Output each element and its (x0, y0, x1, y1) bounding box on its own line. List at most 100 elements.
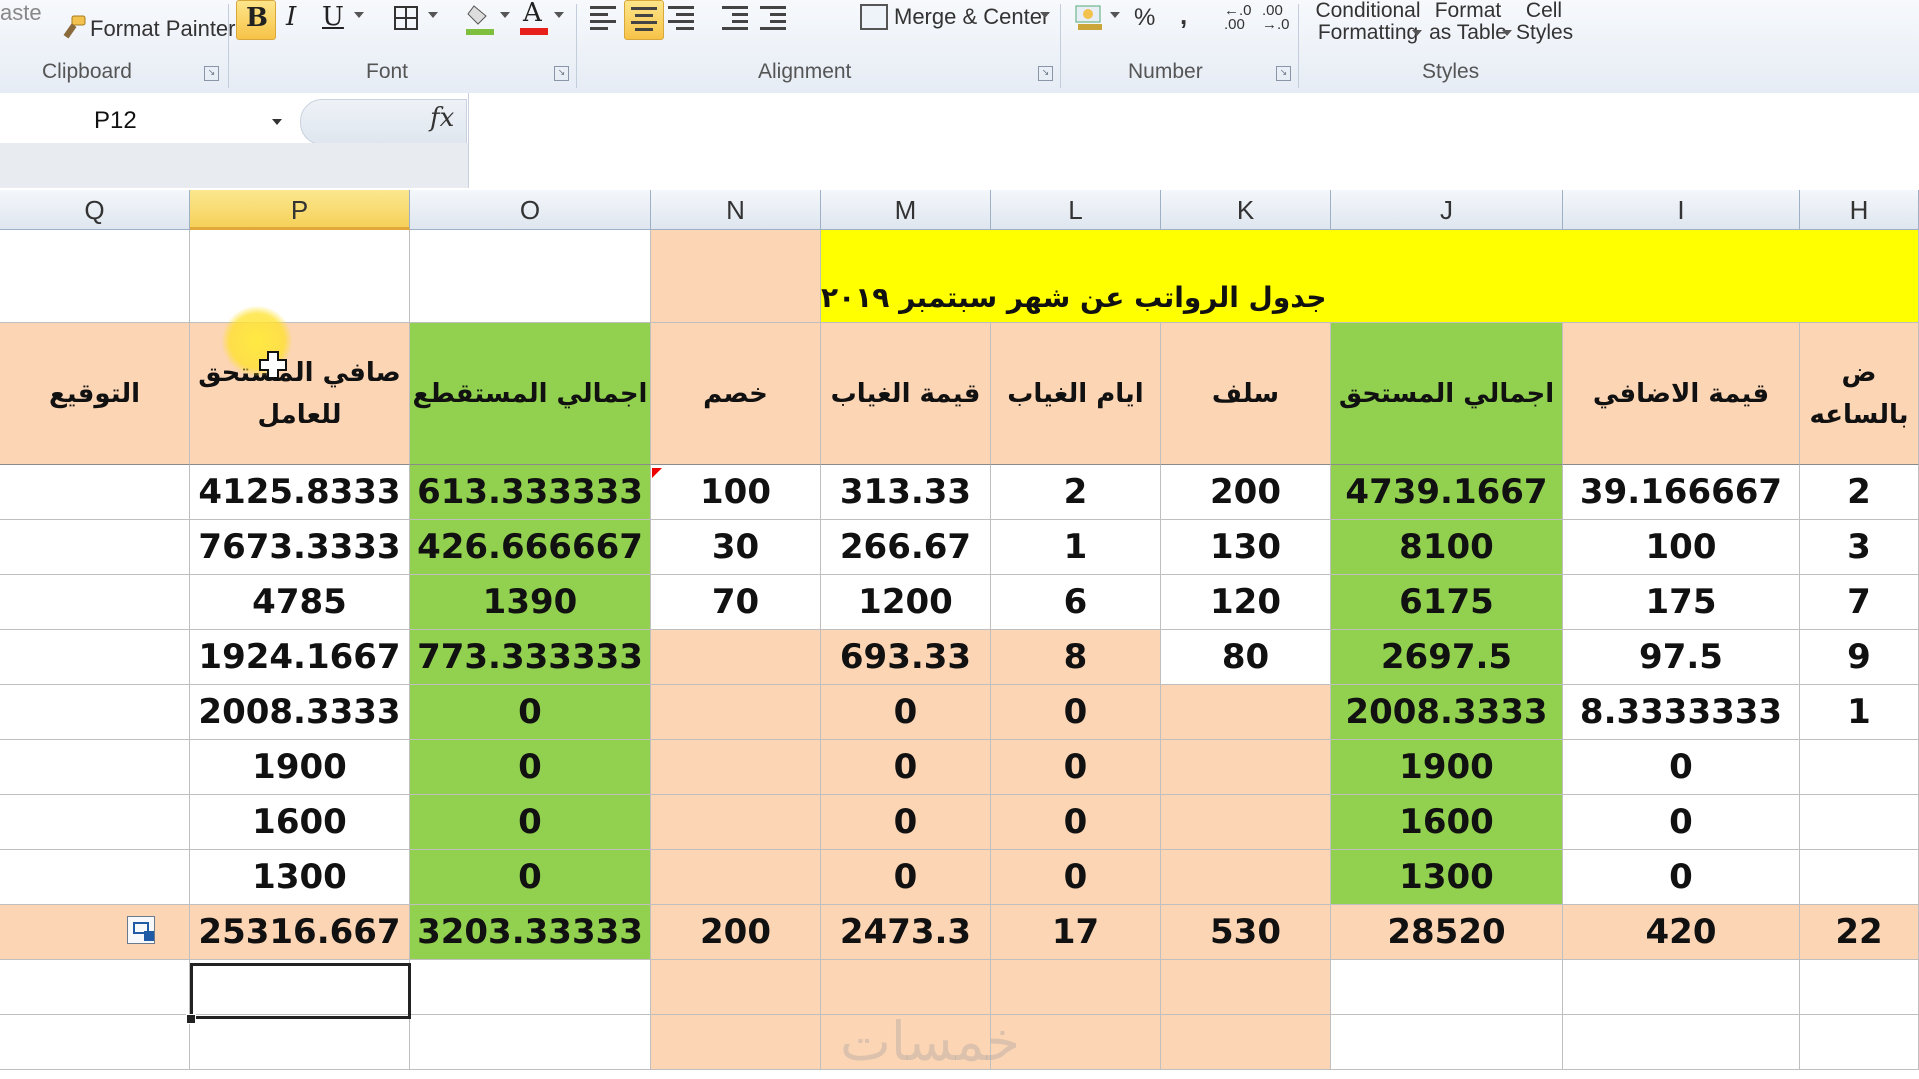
cell-styles-button[interactable]: Cell Styles (1516, 0, 1573, 44)
table-cell-l[interactable]: 0 (991, 795, 1161, 850)
column-title-k[interactable]: سلف (1161, 323, 1331, 465)
font-color-dropdown-icon[interactable] (554, 12, 564, 18)
decrease-decimal-button[interactable]: .00 →.0 (1262, 3, 1292, 32)
font-color-button[interactable]: A (518, 0, 550, 36)
table-cell-o[interactable]: 0 (410, 740, 651, 795)
table-cell-j[interactable]: 8100 (1331, 520, 1563, 575)
column-header-m[interactable]: M (821, 190, 991, 230)
table-cell-h[interactable]: 9 (1800, 630, 1919, 685)
table-cell-o[interactable]: 0 (410, 850, 651, 905)
table-cell-i[interactable]: 39.166667 (1563, 465, 1800, 520)
total-cell-j[interactable]: 28520 (1331, 905, 1563, 960)
empty-cell-k[interactable] (1161, 1015, 1331, 1070)
table-cell-q[interactable] (0, 465, 190, 520)
table-cell-p[interactable]: 1600 (190, 795, 410, 850)
table-cell-m[interactable]: 0 (821, 685, 991, 740)
bold-button[interactable]: B (236, 0, 276, 40)
table-cell-l[interactable]: 0 (991, 685, 1161, 740)
table-cell-h[interactable]: 3 (1800, 520, 1919, 575)
table-cell-o[interactable]: 0 (410, 795, 651, 850)
table-cell-i[interactable]: 0 (1563, 850, 1800, 905)
increase-indent-icon[interactable] (760, 6, 786, 32)
conditional-formatting-button[interactable]: Conditional Formatting (1310, 0, 1426, 44)
empty-cell-n[interactable] (651, 960, 821, 1015)
table-cell-q[interactable] (0, 740, 190, 795)
table-cell-k[interactable]: 80 (1161, 630, 1331, 685)
table-cell-j[interactable]: 1600 (1331, 795, 1563, 850)
table-cell-j[interactable]: 2008.3333 (1331, 685, 1563, 740)
column-header-p[interactable]: P (190, 190, 410, 230)
table-cell-o[interactable]: 773.333333 (410, 630, 651, 685)
title-row-cell-p[interactable] (190, 230, 410, 323)
table-cell-q[interactable] (0, 795, 190, 850)
active-cell-selection[interactable] (190, 963, 411, 1019)
empty-cell-l[interactable] (991, 960, 1161, 1015)
format-as-table-dropdown-icon[interactable] (1502, 30, 1512, 36)
align-center-button[interactable] (624, 0, 664, 40)
table-cell-i[interactable]: 175 (1563, 575, 1800, 630)
merge-center-dropdown-icon[interactable] (1040, 12, 1050, 18)
title-row-cell-n[interactable] (651, 230, 821, 323)
empty-cell-o[interactable] (410, 960, 651, 1015)
fill-handle[interactable] (186, 1014, 196, 1024)
table-cell-h[interactable]: 2 (1800, 465, 1919, 520)
table-cell-m[interactable]: 313.33 (821, 465, 991, 520)
table-cell-i[interactable]: 100 (1563, 520, 1800, 575)
total-cell-o[interactable]: 3203.33333 (410, 905, 651, 960)
column-title-h[interactable]: ض بالساعه (1800, 323, 1919, 465)
italic-button[interactable]: I (286, 2, 296, 32)
total-cell-h[interactable]: 22 (1800, 905, 1919, 960)
sheet-title[interactable]: جدول الرواتب عن شهر سبتمبر ٢٠١٩ (821, 230, 1919, 323)
table-cell-m[interactable]: 0 (821, 740, 991, 795)
number-launcher-icon[interactable]: ↘ (1276, 66, 1291, 81)
table-cell-o[interactable]: 1390 (410, 575, 651, 630)
decrease-indent-icon[interactable] (722, 6, 748, 32)
empty-cell-i[interactable] (1563, 1015, 1800, 1070)
column-header-l[interactable]: L (991, 190, 1161, 230)
table-cell-j[interactable]: 2697.5 (1331, 630, 1563, 685)
table-cell-j[interactable]: 1300 (1331, 850, 1563, 905)
column-title-m[interactable]: قيمة الغياب (821, 323, 991, 465)
column-title-o[interactable]: اجمالي المستقطع (410, 323, 651, 465)
table-cell-n[interactable] (651, 850, 821, 905)
empty-cell-h[interactable] (1800, 960, 1919, 1015)
title-row-cell-q[interactable] (0, 230, 190, 323)
table-cell-l[interactable]: 2 (991, 465, 1161, 520)
column-title-q[interactable]: التوقيع (0, 323, 190, 465)
table-cell-l[interactable]: 0 (991, 850, 1161, 905)
table-cell-h[interactable]: 1 (1800, 685, 1919, 740)
borders-dropdown-icon[interactable] (428, 12, 438, 18)
table-cell-h[interactable] (1800, 850, 1919, 905)
column-header-o[interactable]: O (410, 190, 651, 230)
table-cell-k[interactable] (1161, 850, 1331, 905)
accounting-dropdown-icon[interactable] (1110, 12, 1120, 18)
borders-icon[interactable] (394, 6, 418, 30)
table-cell-m[interactable]: 0 (821, 795, 991, 850)
column-title-i[interactable]: قيمة الاضافي (1563, 323, 1800, 465)
table-cell-m[interactable]: 693.33 (821, 630, 991, 685)
conditional-formatting-dropdown-icon[interactable] (1412, 30, 1422, 36)
total-cell-m[interactable]: 2473.3 (821, 905, 991, 960)
total-cell-n[interactable]: 200 (651, 905, 821, 960)
underline-button[interactable]: U (322, 2, 344, 32)
empty-cell-p[interactable] (190, 1015, 410, 1070)
paste-button-label[interactable]: aste (0, 0, 42, 26)
table-cell-q[interactable] (0, 520, 190, 575)
increase-decimal-button[interactable]: ←.0 .00 (1224, 3, 1254, 32)
table-cell-n[interactable]: 70 (651, 575, 821, 630)
paste-options-icon[interactable] (127, 916, 155, 944)
table-cell-h[interactable] (1800, 795, 1919, 850)
table-cell-i[interactable]: 97.5 (1563, 630, 1800, 685)
column-header-h[interactable]: H (1800, 190, 1919, 230)
table-cell-m[interactable]: 266.67 (821, 520, 991, 575)
empty-cell-q[interactable] (0, 960, 190, 1015)
percent-style-button[interactable]: % (1134, 4, 1155, 32)
table-cell-p[interactable]: 1924.1667 (190, 630, 410, 685)
accounting-format-icon[interactable] (1074, 2, 1106, 32)
table-cell-l[interactable]: 6 (991, 575, 1161, 630)
table-cell-k[interactable]: 120 (1161, 575, 1331, 630)
align-left-icon[interactable] (590, 6, 616, 32)
clipboard-launcher-icon[interactable]: ↘ (204, 66, 219, 81)
table-cell-m[interactable]: 1200 (821, 575, 991, 630)
table-cell-p[interactable]: 1900 (190, 740, 410, 795)
